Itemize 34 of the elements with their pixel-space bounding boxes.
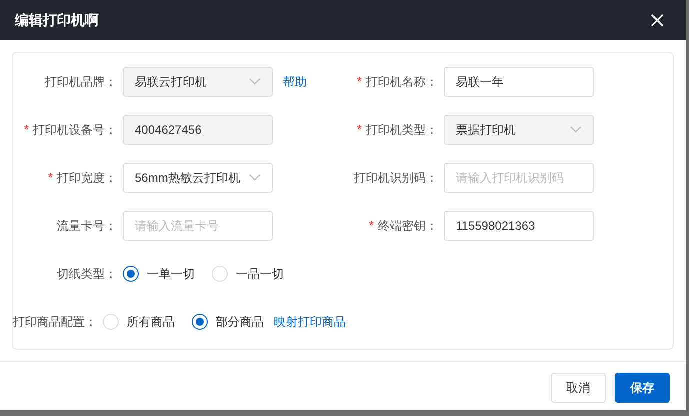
input-field[interactable]: 请输入打印机识别码 <box>444 163 594 193</box>
input-field[interactable]: 易联一年 <box>444 67 594 97</box>
field-label: 打印机设备号： <box>33 122 117 139</box>
radio-option[interactable]: 一单一切 <box>123 265 195 283</box>
input-field[interactable]: 请输入流量卡号 <box>123 211 273 241</box>
cancel-button[interactable]: 取消 <box>551 373 606 403</box>
field-label: 打印机名称： <box>366 74 438 91</box>
field-label: 切纸类型： <box>57 266 117 283</box>
chevron-down-icon <box>249 78 261 86</box>
close-icon[interactable] <box>651 14 664 26</box>
field-label: 打印机类型： <box>366 122 438 139</box>
chevron-down-icon <box>570 126 582 134</box>
required-mark: * <box>356 121 362 140</box>
radio-button[interactable] <box>123 266 139 282</box>
field-label: 打印商品配置： <box>13 314 97 331</box>
field-label: 打印机品牌： <box>45 74 117 91</box>
required-mark: * <box>48 169 53 188</box>
field-label: 打印宽度： <box>57 170 117 187</box>
help-link[interactable]: 映射打印商品 <box>274 313 346 331</box>
field-label: 终端密钥： <box>378 218 438 235</box>
select-field[interactable]: 56mm热敏云打印机 <box>123 163 273 193</box>
radio-option[interactable]: 所有商品 <box>103 313 175 331</box>
chevron-down-icon <box>249 174 261 182</box>
required-mark: * <box>368 217 374 236</box>
save-button[interactable]: 保存 <box>615 373 670 403</box>
input-field[interactable]: 115598021363 <box>444 211 594 241</box>
radio-option[interactable]: 部分商品 <box>192 313 264 331</box>
field-label: 打印机识别码： <box>354 170 438 187</box>
required-mark: * <box>24 121 29 140</box>
radio-button[interactable] <box>192 314 208 330</box>
required-mark: * <box>356 73 362 92</box>
field-label: 流量卡号： <box>57 218 117 235</box>
dialog-title: 编辑打印机啊 <box>15 10 99 30</box>
radio-option[interactable]: 一品一切 <box>212 265 284 283</box>
